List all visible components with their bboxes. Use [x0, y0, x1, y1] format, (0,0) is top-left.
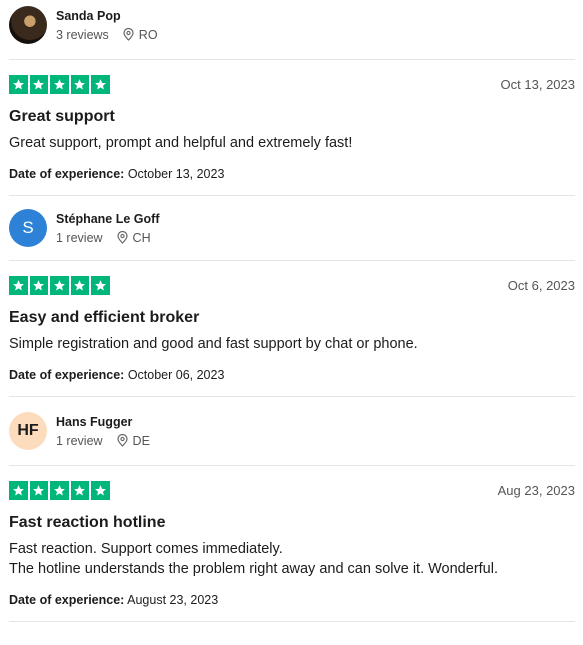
- review-title[interactable]: Easy and efficient broker: [9, 309, 575, 327]
- star-icon: [50, 276, 69, 295]
- star-icon: [70, 276, 89, 295]
- review-date: Aug 23, 2023: [497, 483, 575, 498]
- avatar[interactable]: S: [9, 209, 47, 247]
- star-icon: [9, 75, 28, 94]
- avatar-initials: HF: [17, 422, 39, 439]
- review-count: 3 reviews: [56, 27, 109, 42]
- reviewer-info[interactable]: HF Hans Fugger 1 review DE: [9, 397, 575, 465]
- review-date: Oct 6, 2023: [507, 278, 575, 293]
- star-icon: [50, 75, 69, 94]
- star-rating: [9, 75, 110, 94]
- review-body-line: Simple registration and good and fast su…: [9, 336, 418, 352]
- date-of-experience: Date of experience: October 13, 2023: [9, 167, 575, 181]
- location-pin-icon: [116, 434, 128, 447]
- review-body: Great support, prompt and helpful and ex…: [9, 133, 575, 153]
- star-icon: [91, 276, 110, 295]
- star-icon: [9, 276, 28, 295]
- reviewer-info[interactable]: S Stéphane Le Goff 1 review CH: [9, 196, 575, 260]
- location-pin-icon: [123, 28, 134, 41]
- review-count: 1 review: [56, 230, 103, 245]
- star-rating: [9, 276, 110, 295]
- review-date: Oct 13, 2023: [500, 77, 575, 92]
- avatar[interactable]: HF: [9, 412, 47, 450]
- review-card: Aug 23, 2023 Fast reaction hotline Fast …: [9, 466, 575, 607]
- date-of-experience: Date of experience: October 06, 2023: [9, 368, 575, 382]
- star-icon: [70, 75, 89, 94]
- experience-label: Date of experience:: [9, 368, 125, 382]
- date-of-experience: Date of experience: August 23, 2023: [9, 593, 575, 607]
- reviewer-country: RO: [138, 27, 158, 42]
- star-icon: [91, 75, 110, 94]
- review-title[interactable]: Great support: [9, 108, 575, 126]
- reviewer-country: CH: [132, 230, 151, 245]
- star-rating: [9, 481, 110, 500]
- divider: [9, 621, 575, 622]
- location-pin-icon: [116, 231, 128, 244]
- reviewer-country: DE: [132, 433, 150, 448]
- review-body: Simple registration and good and fast su…: [9, 334, 575, 354]
- star-icon: [50, 481, 69, 500]
- experience-date: October 13, 2023: [127, 167, 225, 181]
- review-body: Fast reaction. Support comes immediately…: [9, 539, 575, 579]
- review-body-line: Great support, prompt and helpful and ex…: [9, 135, 353, 151]
- star-icon: [9, 481, 28, 500]
- avatar-initials: S: [22, 218, 34, 237]
- experience-date: October 06, 2023: [127, 368, 225, 382]
- reviewer-info[interactable]: Sanda Pop 3 reviews RO: [9, 0, 575, 50]
- review-body-line: Fast reaction. Support comes immediately…: [9, 541, 283, 557]
- reviewer-name[interactable]: Sanda Pop: [56, 9, 158, 23]
- review-title[interactable]: Fast reaction hotline: [9, 514, 575, 532]
- experience-date: August 23, 2023: [127, 593, 219, 607]
- experience-label: Date of experience:: [9, 167, 125, 181]
- review-count: 1 review: [56, 433, 103, 448]
- reviewer-name[interactable]: Hans Fugger: [56, 415, 150, 429]
- avatar[interactable]: [9, 6, 47, 44]
- star-icon: [91, 481, 110, 500]
- reviewer-name[interactable]: Stéphane Le Goff: [56, 212, 159, 226]
- review-card: Oct 6, 2023 Easy and efficient broker Si…: [9, 261, 575, 382]
- star-icon: [29, 481, 48, 500]
- star-icon: [29, 75, 48, 94]
- review-body-line: The hotline understands the problem righ…: [9, 561, 498, 577]
- review-card: Oct 13, 2023 Great support Great support…: [9, 60, 575, 181]
- star-icon: [70, 481, 89, 500]
- star-icon: [29, 276, 48, 295]
- experience-label: Date of experience:: [9, 593, 125, 607]
